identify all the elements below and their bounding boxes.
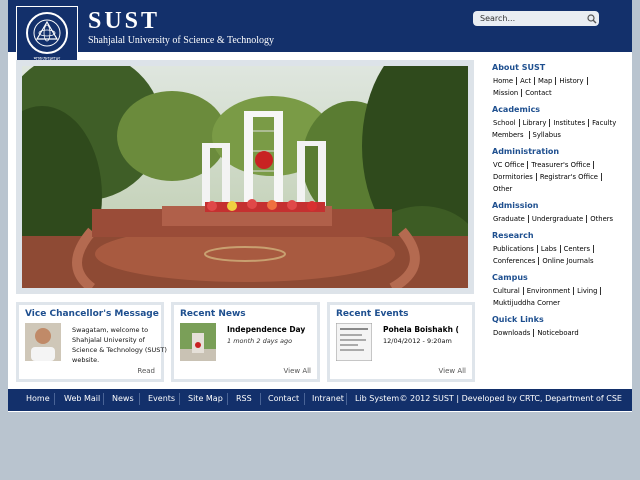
vc-read-link[interactable]: Read — [137, 367, 155, 375]
news-item-meta: 1 month 2 days ago — [227, 337, 293, 345]
sidebar-link-library[interactable]: Library — [521, 119, 551, 127]
event-thumbnail[interactable] — [336, 323, 372, 361]
footer-link-rss[interactable]: RSS — [236, 394, 252, 403]
sidebar-heading-administration[interactable]: Administration — [492, 147, 628, 156]
site-header: শাহজালাল SUST Shahjalal University of Sc… — [8, 0, 632, 68]
sidebar-link-others[interactable]: Others — [589, 215, 616, 223]
footer-link-home[interactable]: Home — [26, 394, 50, 403]
sidebar-link-school[interactable]: School — [492, 119, 520, 127]
sidebar-heading-quick-links[interactable]: Quick Links — [492, 315, 628, 324]
sidebar-link-publications[interactable]: Publications — [492, 245, 538, 253]
sidebar-section-research: Research Publications Labs Centers Conferen… — [492, 231, 628, 267]
sidebar-nav: About SUST Home Act Map History Mission Conta… — [492, 63, 628, 345]
hero-monument-image — [22, 66, 468, 288]
footer-link-news[interactable]: News — [112, 394, 134, 403]
events-view-all-link[interactable]: View All — [438, 367, 466, 375]
footer-divider — [260, 393, 261, 405]
sidebar-section-academics: Academics School Library Institutes Faculty… — [492, 105, 628, 141]
footer-divider — [346, 393, 347, 405]
page-container: শাহজালাল SUST Shahjalal University of Sc… — [8, 0, 632, 412]
sidebar-link-registrars-office[interactable]: Registrar's Office — [538, 173, 602, 181]
logo-emblem-icon — [26, 12, 68, 54]
sidebar-link-downloads[interactable]: Downloads — [492, 329, 535, 337]
sidebar-link-syllabus[interactable]: Syllabus — [532, 131, 564, 139]
footer-link-site-map[interactable]: Site Map — [188, 394, 223, 403]
vc-message-box: Vice Chancellor's Message Swagatam, welc… — [16, 302, 167, 382]
footer-link-lib-system[interactable]: Lib System — [355, 394, 399, 403]
footer-divider — [304, 393, 305, 405]
sidebar-link-home[interactable]: Home — [492, 77, 518, 85]
event-item-date: 12/04/2012 - 9:20am — [383, 337, 452, 345]
sidebar-link-institutes[interactable]: Institutes — [552, 119, 590, 127]
footer-link-intranet[interactable]: Intranet — [312, 394, 344, 403]
sidebar-section-quick-links: Quick Links Downloads Noticeboard — [492, 315, 628, 339]
news-view-all-link[interactable]: View All — [283, 367, 311, 375]
site-tagline: Shahjalal University of Science & Techno… — [88, 35, 275, 46]
sidebar-link-other[interactable]: Other — [492, 185, 515, 193]
sidebar-link-labs[interactable]: Labs — [539, 245, 561, 253]
sidebar-heading-admission[interactable]: Admission — [492, 201, 628, 210]
sidebar-section-campus: Campus Cultural Environment Living Muktijud… — [492, 273, 628, 309]
sidebar-heading-academics[interactable]: Academics — [492, 105, 628, 114]
footer-divider — [103, 393, 104, 405]
sidebar-link-treasurers-office[interactable]: Treasurer's Office — [530, 161, 595, 169]
hero-image-frame — [16, 60, 474, 294]
footer-divider — [54, 393, 55, 405]
sidebar-link-online-journals[interactable]: Online Journals — [541, 257, 596, 265]
footer-link-contact[interactable]: Contact — [268, 394, 299, 403]
sidebar-link-cultural[interactable]: Cultural — [492, 287, 524, 295]
sidebar-link-dormitories[interactable]: Dormitories — [492, 173, 537, 181]
footer-link-events[interactable]: Events — [148, 394, 175, 403]
sidebar-link-environment[interactable]: Environment — [525, 287, 575, 295]
event-item-title[interactable]: Pohela Boishakh ( — [383, 325, 459, 334]
recent-news-title: Recent News — [180, 309, 246, 319]
sidebar-section-administration: Administration VC Office Treasurer's Offi… — [492, 147, 628, 195]
vc-message-text: Swagatam, welcome to Shahjalal Universit… — [72, 326, 167, 364]
footer-divider — [179, 393, 180, 405]
sidebar-link-contact[interactable]: Contact — [524, 89, 554, 97]
sidebar-link-history[interactable]: History — [558, 77, 588, 85]
sidebar-link-conferences[interactable]: Conferences — [492, 257, 540, 265]
sidebar-heading-campus[interactable]: Campus — [492, 273, 628, 282]
footer-link-web-mail[interactable]: Web Mail — [64, 394, 100, 403]
vc-portrait-thumbnail — [25, 323, 61, 361]
footer-divider — [139, 393, 140, 405]
sidebar-heading-about[interactable]: About SUST — [492, 63, 628, 72]
sidebar-section-about: About SUST Home Act Map History Mission Conta… — [492, 63, 628, 99]
sidebar-link-vc-office[interactable]: VC Office — [492, 161, 529, 169]
recent-events-title: Recent Events — [336, 309, 409, 319]
sidebar-link-muktijuddha-corner[interactable]: Muktijuddha Corner — [492, 299, 563, 307]
sidebar-link-act[interactable]: Act — [519, 77, 536, 85]
sidebar-link-graduate[interactable]: Graduate — [492, 215, 529, 223]
sidebar-link-undergraduate[interactable]: Undergraduate — [530, 215, 588, 223]
recent-news-box: Recent News Independence Day 1 month 2 d… — [171, 302, 320, 382]
sidebar-link-centers[interactable]: Centers — [562, 245, 595, 253]
recent-events-box: Recent Events Pohela Boishakh ( 12/04/20… — [327, 302, 475, 382]
sidebar-link-map[interactable]: Map — [537, 77, 557, 85]
site-title[interactable]: SUST — [88, 8, 160, 35]
vc-message-title[interactable]: Vice Chancellor's Message — [25, 309, 159, 319]
university-logo[interactable]: শাহজালাল — [16, 6, 78, 68]
sidebar-section-admission: Admission Graduate Undergraduate Others — [492, 201, 628, 225]
footer-divider — [227, 393, 228, 405]
sidebar-link-mission[interactable]: Mission — [492, 89, 523, 97]
news-item-title[interactable]: Independence Day — [227, 325, 305, 334]
footer-copyright: © 2012 SUST | Developed by CRTC, Departm… — [399, 394, 622, 403]
search-icon[interactable] — [587, 14, 597, 24]
sidebar-link-living[interactable]: Living — [576, 287, 602, 295]
site-footer: Home Web Mail News Events Site Map RSS C… — [8, 389, 632, 411]
search-input[interactable] — [473, 11, 599, 26]
sidebar-link-noticeboard[interactable]: Noticeboard — [536, 329, 581, 337]
sidebar-heading-research[interactable]: Research — [492, 231, 628, 240]
news-thumbnail[interactable] — [180, 323, 216, 361]
